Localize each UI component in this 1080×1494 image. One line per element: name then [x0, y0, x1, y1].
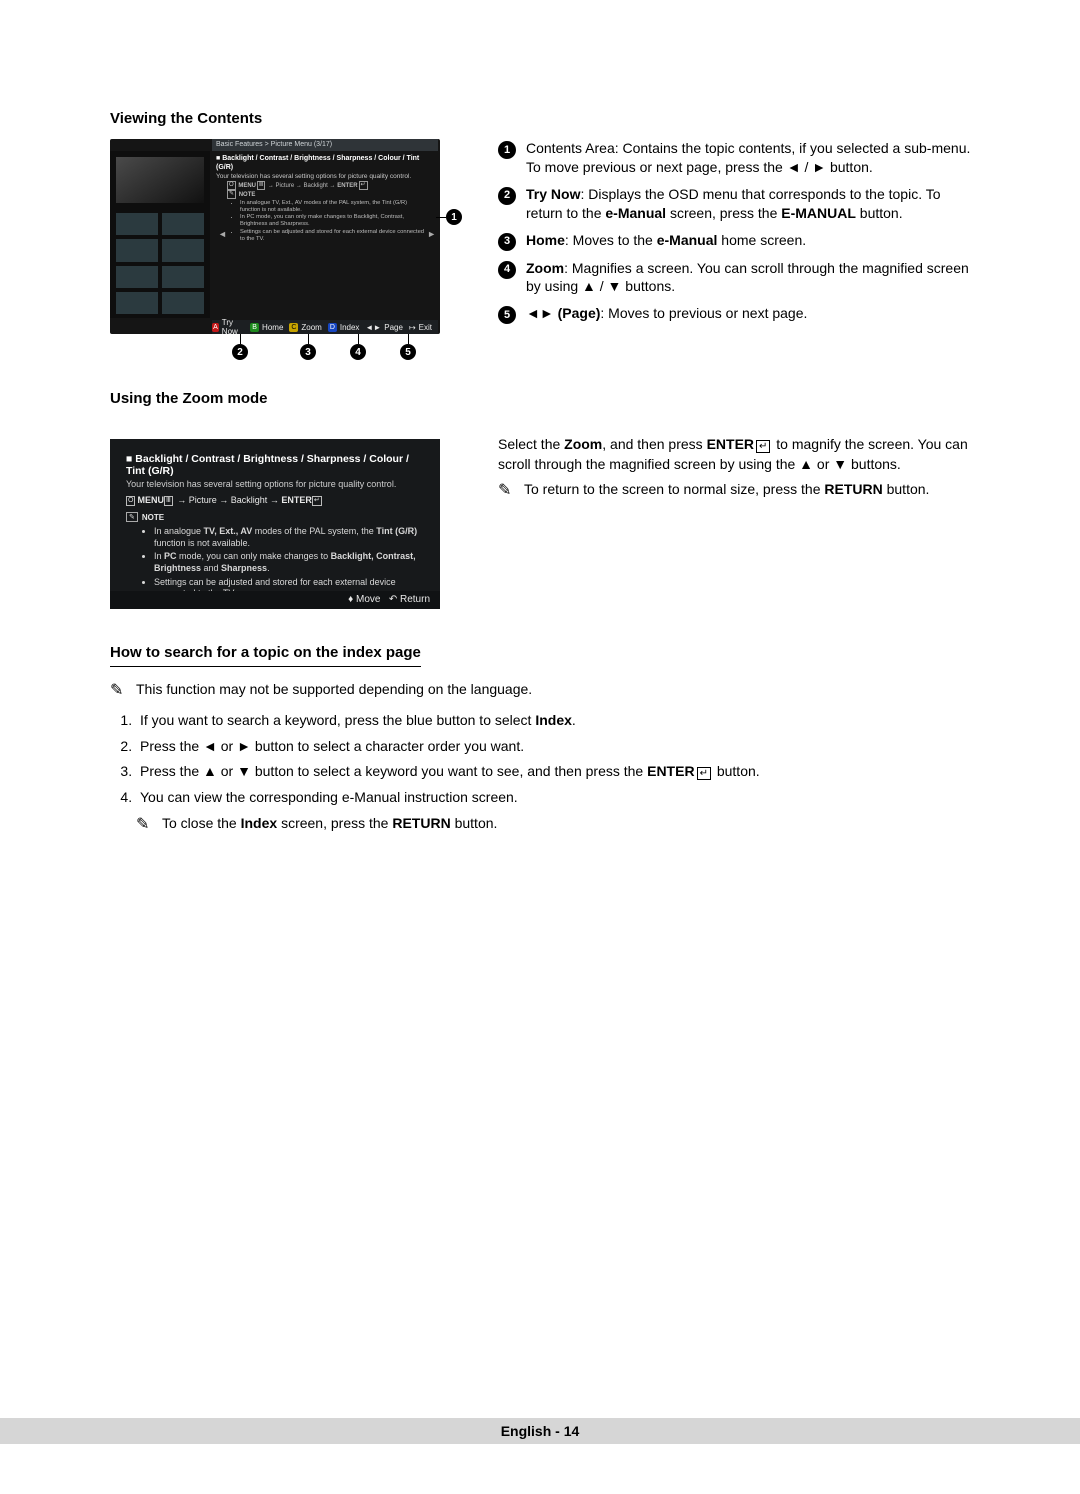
color-c-icon: C	[289, 323, 298, 332]
content-body: ■ Backlight / Contrast / Brightness / Sh…	[216, 155, 428, 314]
menu-icon: Ⅲ	[164, 496, 173, 506]
zoom-help-bar: ♦ Move ↶ Return	[110, 591, 440, 609]
zoom-left: ■ Backlight / Contrast / Brightness / Sh…	[110, 435, 470, 609]
page-arrows-icon: ◄►	[365, 323, 381, 332]
callout-dot-3: 3	[300, 344, 316, 360]
enter-icon: ↵	[312, 496, 322, 506]
zoom-note: ✎ To return to the screen to normal size…	[498, 480, 980, 502]
viewing-left: Basic Features > Picture Menu (3/17) ■ B…	[110, 139, 470, 364]
callout-item-3: 3Home: Moves to the e-Manual home screen…	[498, 231, 980, 251]
hand-note-icon: ✎	[136, 813, 156, 838]
callout-pointer-1: 1	[446, 209, 462, 225]
hand-note-icon: ✎	[110, 679, 130, 704]
manual-page: Viewing the Contents Basic Features > Pi…	[0, 0, 1080, 1494]
prev-arrow-icon: ◄	[218, 229, 227, 239]
exit-icon: ↦	[409, 323, 416, 332]
search-closing-note: ✎ To close the Index screen, press the R…	[136, 813, 980, 838]
thumb-panel	[110, 151, 210, 318]
screenshot-zoom: ■ Backlight / Contrast / Brightness / Sh…	[110, 439, 440, 609]
zoom-paragraph: Select the Zoom, and then press ENTER↵ t…	[498, 435, 980, 474]
thumb-hero	[116, 157, 204, 203]
section-search: How to search for a topic on the index p…	[110, 641, 980, 838]
zoom-title: ■ Backlight / Contrast / Brightness / Sh…	[126, 453, 409, 477]
zoom-note-label: ✎NOTE	[126, 512, 424, 522]
color-d-icon: D	[328, 323, 337, 332]
callout-item-1: 1Contents Area: Contains the topic conte…	[498, 139, 980, 177]
callout-row: 2 3 4 5	[110, 340, 440, 364]
btn-index: DIndex	[328, 323, 360, 332]
callout-item-5: 5◄► (Page): Moves to previous or next pa…	[498, 304, 980, 324]
remote-icon: O	[227, 181, 236, 190]
enter-icon: ↵	[756, 440, 770, 453]
color-b-icon: B	[250, 323, 259, 332]
heading-search: How to search for a topic on the index p…	[110, 641, 980, 667]
breadcrumb-bar: Basic Features > Picture Menu (3/17)	[212, 139, 438, 151]
note-item: In analogue TV, Ext., AV modes of the PA…	[240, 200, 428, 214]
zoom-note-list: In analogue TV, Ext., AV modes of the PA…	[154, 526, 424, 600]
zoom-subtitle: Your television has several setting opti…	[126, 479, 424, 489]
heading-viewing: Viewing the Contents	[110, 110, 980, 127]
row-viewing: Basic Features > Picture Menu (3/17) ■ B…	[110, 139, 980, 364]
callout-dot-5: 5	[400, 344, 416, 360]
move-hint: ♦ Move	[348, 594, 380, 605]
thumb-grid	[110, 209, 210, 318]
callout-item-4: 4Zoom: Magnifies a screen. You can scrol…	[498, 259, 980, 297]
zoom-description: Select the Zoom, and then press ENTER↵ t…	[498, 435, 980, 609]
page-footer: English - 14	[0, 1418, 1080, 1444]
step-4: You can view the corresponding e-Manual …	[136, 787, 980, 809]
btn-home: BHome	[250, 323, 283, 332]
color-a-icon: A	[212, 323, 219, 332]
menu-icon: Ⅲ	[257, 181, 265, 190]
row-zoom: ■ Backlight / Contrast / Brightness / Sh…	[110, 435, 980, 609]
note-label: ✎ NOTE	[226, 190, 428, 200]
callout-dot-4: 4	[350, 344, 366, 360]
next-arrow-icon: ►	[427, 229, 436, 239]
zoom-menu-path: OMENUⅢ → Picture → Backlight → ENTER↵	[126, 495, 424, 506]
screenshot-contents: Basic Features > Picture Menu (3/17) ■ B…	[110, 139, 440, 334]
search-steps: If you want to search a keyword, press t…	[136, 710, 980, 809]
note-item: In analogue TV, Ext., AV modes of the PA…	[154, 526, 424, 549]
step-2: Press the ◄ or ► button to select a char…	[136, 736, 980, 758]
callout-dot-2: 2	[232, 344, 248, 360]
enter-icon: ↵	[697, 767, 711, 780]
note-list: In analogue TV, Ext., AV modes of the PA…	[240, 200, 428, 243]
enter-icon: ↵	[359, 181, 368, 190]
step-1: If you want to search a keyword, press t…	[136, 710, 980, 732]
callout-item-2: 2Try Now: Displays the OSD menu that cor…	[498, 185, 980, 223]
heading-zoom: Using the Zoom mode	[110, 390, 980, 407]
btn-page: ◄►Page	[365, 323, 403, 332]
btn-zoom: CZoom	[289, 323, 321, 332]
content-subtitle: Your television has several setting opti…	[216, 173, 428, 181]
menu-path: O MENUⅢ → Picture → Backlight → ENTER↵	[226, 181, 428, 191]
content-title: ■ Backlight / Contrast / Brightness / Sh…	[216, 155, 419, 171]
help-bar: ATry Now BHome CZoom DIndex ◄►Page ↦Exit	[212, 320, 438, 334]
note-item: In PC mode, you can only make changes to…	[154, 551, 424, 574]
search-note: ✎ This function may not be supported dep…	[110, 679, 980, 704]
return-hint: ↶ Return	[389, 594, 430, 605]
callout-descriptions: 1Contents Area: Contains the topic conte…	[498, 139, 980, 364]
note-icon: ✎	[227, 190, 236, 199]
btn-exit: ↦Exit	[409, 323, 432, 332]
note-icon: ✎	[126, 512, 138, 522]
remote-icon: O	[126, 496, 135, 506]
note-item: In PC mode, you can only make changes to…	[240, 214, 428, 228]
hand-note-icon: ✎	[498, 480, 518, 502]
note-item: Settings can be adjusted and stored for …	[240, 229, 428, 243]
step-3: Press the ▲ or ▼ button to select a keyw…	[136, 761, 980, 783]
